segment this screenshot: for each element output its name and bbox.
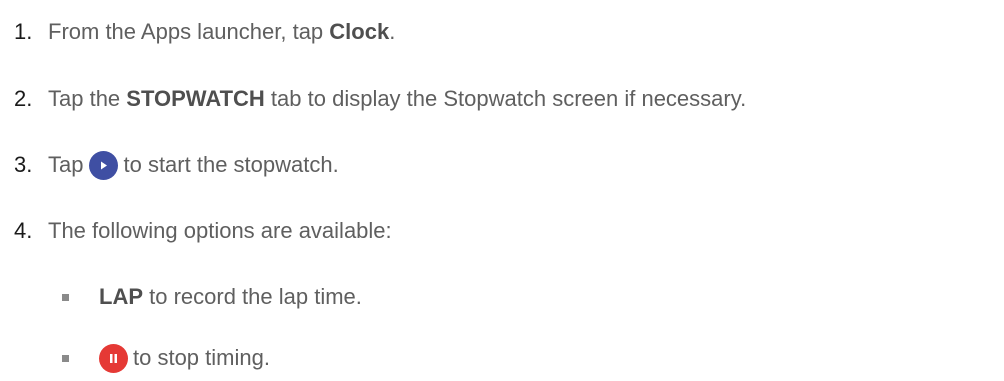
step-number: 2. <box>14 86 33 111</box>
step-2: 2. Tap the STOPWATCH tab to display the … <box>14 84 746 114</box>
instruction-document: 1. From the Apps launcher, tap Clock . 2… <box>0 0 1004 381</box>
option-pause: to stop timing. <box>62 343 270 373</box>
step-text-prefix: Tap the <box>48 86 127 111</box>
step-1: 1. From the Apps launcher, tap Clock . <box>14 17 395 47</box>
step-text: The following options are available: <box>48 218 392 243</box>
play-icon <box>89 150 119 180</box>
lap-label: LAP <box>99 284 143 309</box>
step-number: 4. <box>14 218 33 243</box>
step-text-suffix: . <box>389 19 396 44</box>
option-text: to record the lap time. <box>143 284 362 309</box>
step-4: 4. The following options are available: <box>14 216 392 246</box>
clock-app-label: Clock <box>329 19 390 44</box>
square-bullet-icon <box>62 354 69 362</box>
step-3: 3. Tap to start the stopwatch. <box>14 150 339 180</box>
step-text-prefix: Tap <box>48 152 84 177</box>
stopwatch-tab-label: STOPWATCH <box>126 86 265 111</box>
option-lap: LAP to record the lap time. <box>62 282 362 312</box>
square-bullet-icon <box>62 293 69 301</box>
pause-icon <box>99 343 128 373</box>
step-text-prefix: From the Apps launcher, tap <box>48 19 330 44</box>
option-text: to stop timing. <box>133 345 270 370</box>
step-number: 1. <box>14 19 33 44</box>
step-text-suffix: tab to display the Stopwatch screen if n… <box>264 86 747 111</box>
step-number: 3. <box>14 152 33 177</box>
step-text-suffix: to start the stopwatch. <box>123 152 339 177</box>
